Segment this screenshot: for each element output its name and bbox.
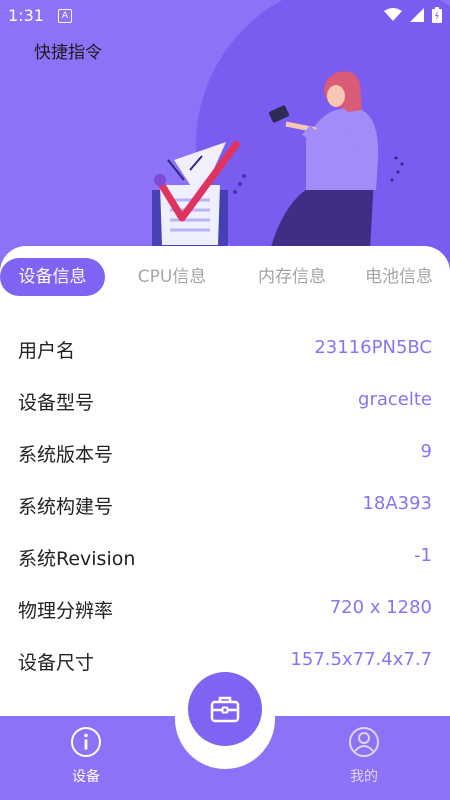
status-icons — [384, 7, 442, 23]
app-notification-icon: A — [58, 9, 72, 23]
wifi-icon — [384, 8, 402, 21]
status-time: 1:31 — [8, 6, 44, 25]
nav-device[interactable]: 设备 — [36, 726, 136, 786]
info-value: 720 x 1280 — [329, 597, 432, 618]
info-row: 系统Revision -1 — [0, 532, 450, 584]
tab-cpu-info[interactable]: CPU信息 — [122, 258, 222, 296]
info-list: 用户名 23116PN5BC 设备型号 gracelte 系统版本号 9 系统构… — [0, 324, 450, 688]
info-value: -1 — [414, 545, 432, 566]
status-bar: 1:31 A — [0, 0, 450, 32]
tab-memory-info[interactable]: 内存信息 — [242, 258, 342, 296]
info-value: 157.5x77.4x7.7 — [290, 649, 432, 670]
info-row: 物理分辨率 720 x 1280 — [0, 584, 450, 636]
info-label: 系统版本号 — [18, 444, 114, 466]
info-label: 设备尺寸 — [18, 652, 95, 674]
hero-illustration — [152, 71, 404, 250]
info-row: 用户名 23116PN5BC — [0, 324, 450, 376]
info-label: 系统构建号 — [18, 496, 114, 518]
tab-battery-info[interactable]: 电池信息 — [352, 258, 446, 296]
info-row: 系统构建号 18A393 — [0, 480, 450, 532]
info-row: 系统版本号 9 — [0, 428, 450, 480]
info-row: 设备型号 gracelte — [0, 376, 450, 428]
nav-mine-label: 我的 — [350, 769, 378, 785]
hero-banner: 1:31 A 快捷指令 — [0, 0, 450, 270]
nav-device-label: 设备 — [72, 769, 100, 785]
briefcase-icon — [210, 696, 240, 723]
info-label: 物理分辨率 — [18, 600, 114, 622]
tab-bar: 设备信息 CPU信息 内存信息 电池信息 — [0, 258, 450, 298]
info-value: 23116PN5BC — [314, 337, 432, 358]
info-label: 设备型号 — [18, 392, 95, 414]
info-label: 用户名 — [18, 340, 76, 362]
signal-icon — [410, 8, 424, 22]
user-icon — [349, 727, 379, 757]
info-value: gracelte — [358, 389, 432, 410]
nav-mine[interactable]: 我的 — [314, 726, 414, 786]
battery-icon — [432, 7, 442, 23]
info-value: 18A393 — [362, 493, 432, 514]
info-card: 设备信息 CPU信息 内存信息 电池信息 用户名 23116PN5BC 设备型号… — [0, 246, 450, 716]
shortcut-title[interactable]: 快捷指令 — [34, 38, 102, 63]
tab-device-info[interactable]: 设备信息 — [0, 258, 105, 296]
shortcut-fab-button[interactable] — [188, 672, 262, 746]
info-value: 9 — [420, 441, 432, 462]
info-icon — [71, 727, 101, 757]
info-label: 系统Revision — [18, 548, 136, 570]
